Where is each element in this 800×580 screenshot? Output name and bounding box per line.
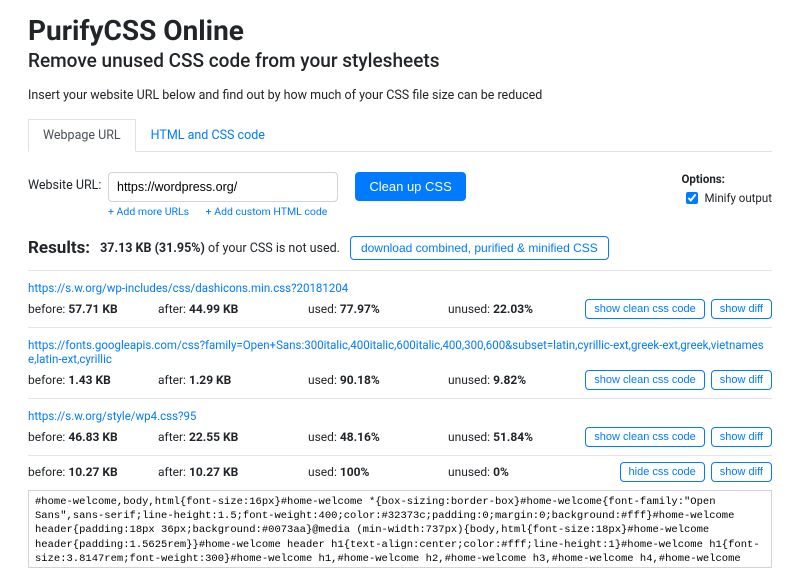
stat-before: before: 1.43 KB — [28, 373, 158, 387]
css-file-url[interactable]: https://s.w.org/wp-includes/css/dashicon… — [28, 281, 348, 295]
stat-unused: unused: 9.82% — [448, 373, 585, 387]
input-tabs: Webpage URL HTML and CSS code — [28, 119, 772, 152]
css-code-textarea[interactable]: #home-welcome,body,html{font-size:16px}#… — [28, 490, 772, 568]
minify-checkbox[interactable] — [686, 192, 698, 204]
show-diff-button[interactable]: show diff — [711, 427, 772, 447]
url-form: Website URL: + Add more URLs + Add custo… — [28, 172, 772, 218]
add-custom-html-link[interactable]: + Add custom HTML code — [206, 205, 328, 218]
results-text: 37.13 KB (31.95%) of your CSS is not use… — [100, 241, 340, 256]
show-clean-css-button[interactable]: show clean css code — [585, 299, 705, 319]
stat-unused: unused: 51.84% — [448, 430, 585, 444]
stat-used: used: 90.18% — [308, 373, 448, 387]
options-panel: Options: Minify output — [682, 172, 773, 207]
show-clean-css-button[interactable]: show clean css code — [585, 427, 705, 447]
stat-used: used: 48.16% — [308, 430, 448, 444]
css-file-url[interactable]: https://s.w.org/style/wp4.css?95 — [28, 409, 196, 423]
css-file-url[interactable]: https://fonts.googleapis.com/css?family=… — [28, 338, 772, 366]
stat-after: after: 1.29 KB — [158, 373, 308, 387]
minify-label: Minify output — [705, 191, 773, 205]
stat-used: used: 100% — [308, 465, 448, 479]
stat-unused: unused: 0% — [448, 465, 620, 479]
add-more-urls-link[interactable]: + Add more URLs — [108, 205, 189, 218]
hide-css-button[interactable]: hide css code — [620, 462, 705, 482]
file-stats-row: before: 1.43 KB after: 1.29 KB used: 90.… — [28, 370, 772, 390]
stat-after: after: 22.55 KB — [158, 430, 308, 444]
clean-up-button[interactable]: Clean up CSS — [355, 172, 465, 201]
file-stats-row: before: 57.71 KB after: 44.99 KB used: 7… — [28, 299, 772, 319]
options-heading: Options: — [682, 172, 773, 186]
show-diff-button[interactable]: show diff — [711, 462, 772, 482]
stat-after: after: 44.99 KB — [158, 302, 308, 316]
stat-unused: unused: 22.03% — [448, 302, 585, 316]
intro-text: Insert your website URL below and find o… — [28, 88, 772, 103]
download-css-button[interactable]: download combined, purified & minified C… — [350, 236, 609, 260]
url-label: Website URL: — [28, 172, 108, 193]
website-url-input[interactable] — [108, 172, 338, 202]
tab-html-css-code[interactable]: HTML and CSS code — [136, 119, 280, 152]
page-title: PurifyCSS Online — [28, 14, 772, 47]
results-label: Results: — [28, 238, 90, 258]
page-subtitle: Remove unused CSS code from your stylesh… — [28, 49, 772, 72]
stat-before: before: 10.27 KB — [28, 465, 158, 479]
file-stats-row: before: 10.27 KB after: 10.27 KB used: 1… — [28, 462, 772, 482]
show-diff-button[interactable]: show diff — [711, 299, 772, 319]
results-summary: Results: 37.13 KB (31.95%) of your CSS i… — [28, 236, 772, 260]
tab-webpage-url[interactable]: Webpage URL — [28, 119, 136, 152]
stat-after: after: 10.27 KB — [158, 465, 308, 479]
show-diff-button[interactable]: show diff — [711, 370, 772, 390]
stat-used: used: 77.97% — [308, 302, 448, 316]
file-stats-row: before: 46.83 KB after: 22.55 KB used: 4… — [28, 427, 772, 447]
minify-option[interactable]: Minify output — [682, 189, 773, 207]
stat-before: before: 46.83 KB — [28, 430, 158, 444]
show-clean-css-button[interactable]: show clean css code — [585, 370, 705, 390]
stat-before: before: 57.71 KB — [28, 302, 158, 316]
